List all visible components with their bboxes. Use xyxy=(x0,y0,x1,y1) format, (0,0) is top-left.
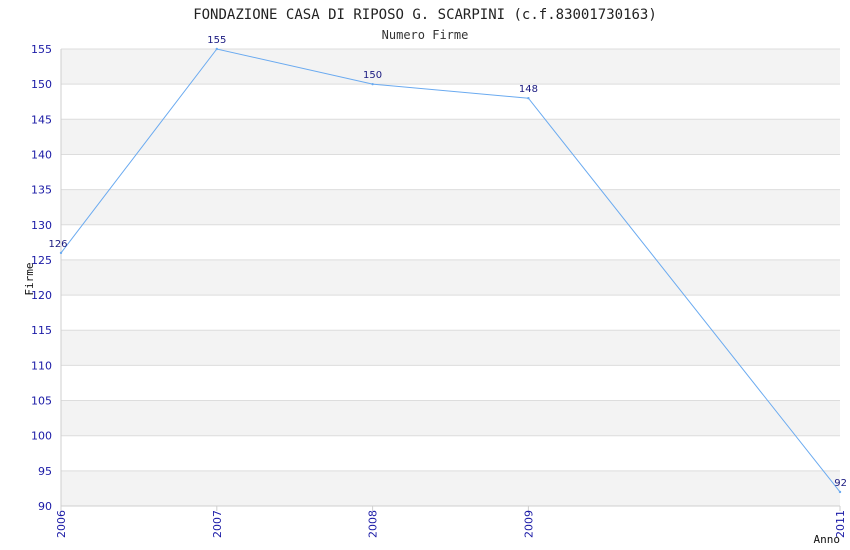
y-tick-label: 135 xyxy=(31,184,52,197)
data-label: 92 xyxy=(834,478,847,489)
y-tick-label: 155 xyxy=(31,43,52,56)
data-point xyxy=(59,251,63,255)
data-label: 150 xyxy=(363,70,382,81)
plot-band xyxy=(61,49,840,85)
y-tick-label: 90 xyxy=(38,500,52,513)
plot-band xyxy=(61,189,840,225)
plot-band xyxy=(61,259,840,296)
y-tick-label: 145 xyxy=(31,113,52,126)
y-tick-label: 105 xyxy=(31,395,52,408)
x-tick-label: 2008 xyxy=(367,510,380,538)
y-tick-label: 150 xyxy=(31,78,52,91)
line-chart: FONDAZIONE CASA DI RIPOSO G. SCARPINI (c… xyxy=(23,7,847,546)
plot-band xyxy=(61,84,840,120)
plot-band xyxy=(61,400,840,436)
x-tick-label: 2007 xyxy=(211,510,224,538)
y-tick-label: 115 xyxy=(31,324,52,337)
x-tick-label: 2006 xyxy=(55,510,68,538)
y-axis-title: Firme xyxy=(23,262,36,295)
x-axis-ticks: 2006 2007 2008 2009 2011 xyxy=(55,506,847,538)
y-tick-label: 110 xyxy=(31,359,52,372)
y-tick-label: 140 xyxy=(31,148,52,161)
x-tick-label: 2009 xyxy=(522,510,535,538)
plot-band xyxy=(61,295,840,331)
x-axis-title: Anno xyxy=(814,533,841,546)
y-tick-label: 95 xyxy=(38,465,52,478)
data-label: 148 xyxy=(519,84,538,95)
data-point xyxy=(215,47,218,51)
plot-band xyxy=(61,119,840,155)
plot-background-bands xyxy=(61,49,840,506)
data-point xyxy=(838,490,842,494)
data-point xyxy=(371,82,374,86)
plot-band xyxy=(61,224,840,260)
plot-band xyxy=(61,365,840,401)
plot-band xyxy=(61,330,840,366)
data-label: 155 xyxy=(207,35,226,46)
data-label: 126 xyxy=(48,239,67,250)
plot-band xyxy=(61,435,840,471)
chart-title: FONDAZIONE CASA DI RIPOSO G. SCARPINI (c… xyxy=(193,7,657,23)
y-tick-label: 130 xyxy=(31,219,52,232)
plot-band xyxy=(61,470,840,506)
chart-subtitle: Numero Firme xyxy=(382,28,469,42)
data-point xyxy=(527,97,530,100)
plot-band xyxy=(61,154,840,190)
y-tick-label: 100 xyxy=(31,430,52,443)
